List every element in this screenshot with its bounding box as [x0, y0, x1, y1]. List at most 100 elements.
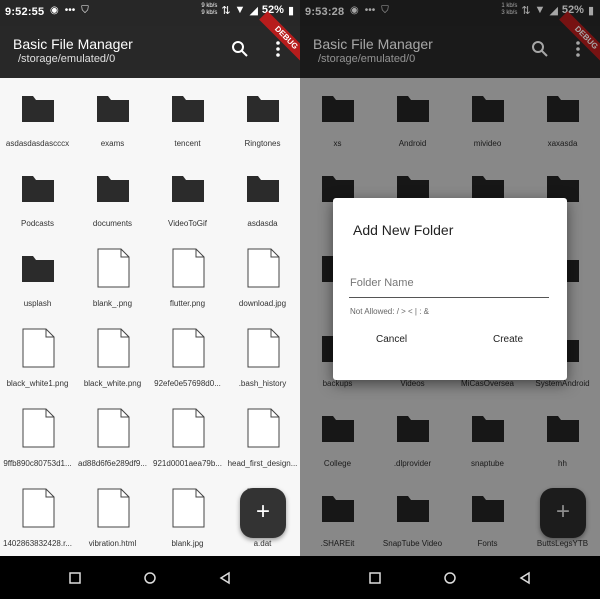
folder-item[interactable]: usplash	[0, 238, 75, 318]
home-icon[interactable]	[443, 571, 457, 585]
item-name: exams	[100, 139, 125, 148]
nav-bar	[0, 556, 300, 599]
file-item[interactable]: 1402863832428.r...	[0, 478, 75, 558]
file-item[interactable]: download.jpg	[225, 238, 300, 318]
file-item[interactable]: black_white1.png	[0, 318, 75, 398]
home-icon[interactable]	[143, 571, 157, 585]
item-name: 1402863832428.r...	[3, 539, 72, 548]
file-item[interactable]: black_white.png	[75, 318, 150, 398]
file-icon	[95, 328, 131, 368]
file-icon	[245, 408, 281, 448]
file-icon	[245, 248, 281, 288]
folder-icon	[170, 168, 206, 208]
folder-icon	[95, 88, 131, 128]
dialog-hint: Not Allowed: / > < | : &	[350, 307, 430, 316]
file-icon	[95, 408, 131, 448]
item-name: documents	[92, 219, 133, 228]
folder-icon	[170, 88, 206, 128]
folder-item[interactable]: asdasdasdascccx	[0, 78, 75, 158]
folder-icon	[20, 88, 56, 128]
add-folder-fab[interactable]: +	[240, 488, 286, 538]
file-item[interactable]: 921d0001aea79b...	[150, 398, 225, 478]
file-item[interactable]: ad88d6f6e289df9...	[75, 398, 150, 478]
recents-icon[interactable]	[368, 571, 382, 585]
back-icon[interactable]	[218, 571, 232, 585]
file-icon	[95, 248, 131, 288]
more-options-icon[interactable]	[274, 40, 282, 58]
dots-icon: •••	[64, 5, 76, 16]
item-name: download.jpg	[238, 299, 287, 308]
folder-item[interactable]: documents	[75, 158, 150, 238]
folder-icon	[245, 88, 281, 128]
net-speed: 9 kb/s 9 kb/s	[201, 3, 218, 16]
folder-item[interactable]: VideoToGif	[150, 158, 225, 238]
cancel-button[interactable]: Cancel	[376, 334, 407, 345]
file-item[interactable]: blank.jpg	[150, 478, 225, 558]
item-name: ad88d6f6e289df9...	[78, 459, 147, 468]
item-name: usplash	[23, 299, 52, 308]
item-name: asdasdasdascccx	[5, 139, 70, 148]
file-item[interactable]: vibration.html	[75, 478, 150, 558]
file-item[interactable]: 9ffb890c80753d1...	[0, 398, 75, 478]
file-item[interactable]: flutter.png	[150, 238, 225, 318]
current-path: /storage/emulated/0	[18, 53, 116, 65]
appbar-scrim	[300, 0, 600, 78]
file-icon	[245, 328, 281, 368]
record-icon: ◉	[50, 5, 59, 16]
app-bar: Basic File Manager /storage/emulated/0 D…	[0, 11, 300, 78]
status-time: 9:52:55	[5, 6, 45, 18]
status-icons: ◉ ••• ⛉	[50, 5, 89, 16]
item-name: asdasda	[247, 219, 278, 228]
folder-item[interactable]: tencent	[150, 78, 225, 158]
folder-item[interactable]: Podcasts	[0, 158, 75, 238]
file-icon	[170, 248, 206, 288]
folder-name-input[interactable]	[349, 268, 549, 298]
search-icon[interactable]	[231, 40, 249, 58]
signal-icon: ◢	[249, 4, 258, 17]
file-icon	[20, 408, 56, 448]
item-name: black_white.png	[83, 379, 142, 388]
file-item[interactable]: .bash_history	[225, 318, 300, 398]
folder-item[interactable]: asdasda	[225, 158, 300, 238]
file-item[interactable]: 92efe0e57698d0...	[150, 318, 225, 398]
nav-bar	[300, 556, 600, 599]
item-name: 92efe0e57698d0...	[154, 379, 221, 388]
folder-icon	[20, 168, 56, 208]
file-item[interactable]: head_first_design...	[225, 398, 300, 478]
folder-icon	[245, 168, 281, 208]
file-icon	[170, 408, 206, 448]
file-icon	[20, 328, 56, 368]
file-item[interactable]: blank_.png	[75, 238, 150, 318]
folder-item[interactable]: exams	[75, 78, 150, 158]
item-name: 9ffb890c80753d1...	[3, 459, 72, 468]
app-title: Basic File Manager	[13, 36, 133, 52]
file-manager-screen-right: 9:53:28 ◉ ••• ⛉ 1 kb/s 3 kb/s ⇅ ▼ ◢ 52% …	[300, 0, 600, 599]
item-name: Podcasts	[21, 219, 54, 228]
file-icon	[95, 488, 131, 528]
shield-icon: ⛉	[81, 5, 89, 16]
file-icon	[170, 328, 206, 368]
data-arrows-icon: ⇅	[221, 4, 231, 17]
item-name: VideoToGif	[168, 219, 207, 228]
item-name: .bash_history	[238, 379, 287, 388]
item-name: flutter.png	[169, 299, 206, 308]
back-icon[interactable]	[518, 571, 532, 585]
recents-icon[interactable]	[68, 571, 82, 585]
status-right: 9 kb/s 9 kb/s ⇅ ▼ ◢ 52% ▮	[201, 3, 294, 17]
create-button[interactable]: Create	[493, 334, 523, 345]
item-name: 921d0001aea79b...	[153, 459, 222, 468]
file-icon	[20, 488, 56, 528]
folder-icon	[95, 168, 131, 208]
folder-icon	[20, 248, 56, 288]
file-icon	[170, 488, 206, 528]
add-folder-dialog: Add New Folder Not Allowed: / > < | : & …	[333, 198, 567, 380]
item-name: blank_.png	[92, 299, 133, 308]
battery-icon: ▮	[287, 4, 294, 17]
wifi-icon: ▼	[234, 4, 246, 16]
item-name: blank.jpg	[171, 539, 204, 548]
item-name: Ringtones	[244, 139, 281, 148]
item-name: tencent	[174, 139, 201, 148]
folder-item[interactable]: Ringtones	[225, 78, 300, 158]
item-name: black_white1.png	[6, 379, 69, 388]
file-manager-screen-left: 9:52:55 ◉ ••• ⛉ 9 kb/s 9 kb/s ⇅ ▼ ◢ 52% …	[0, 0, 300, 599]
